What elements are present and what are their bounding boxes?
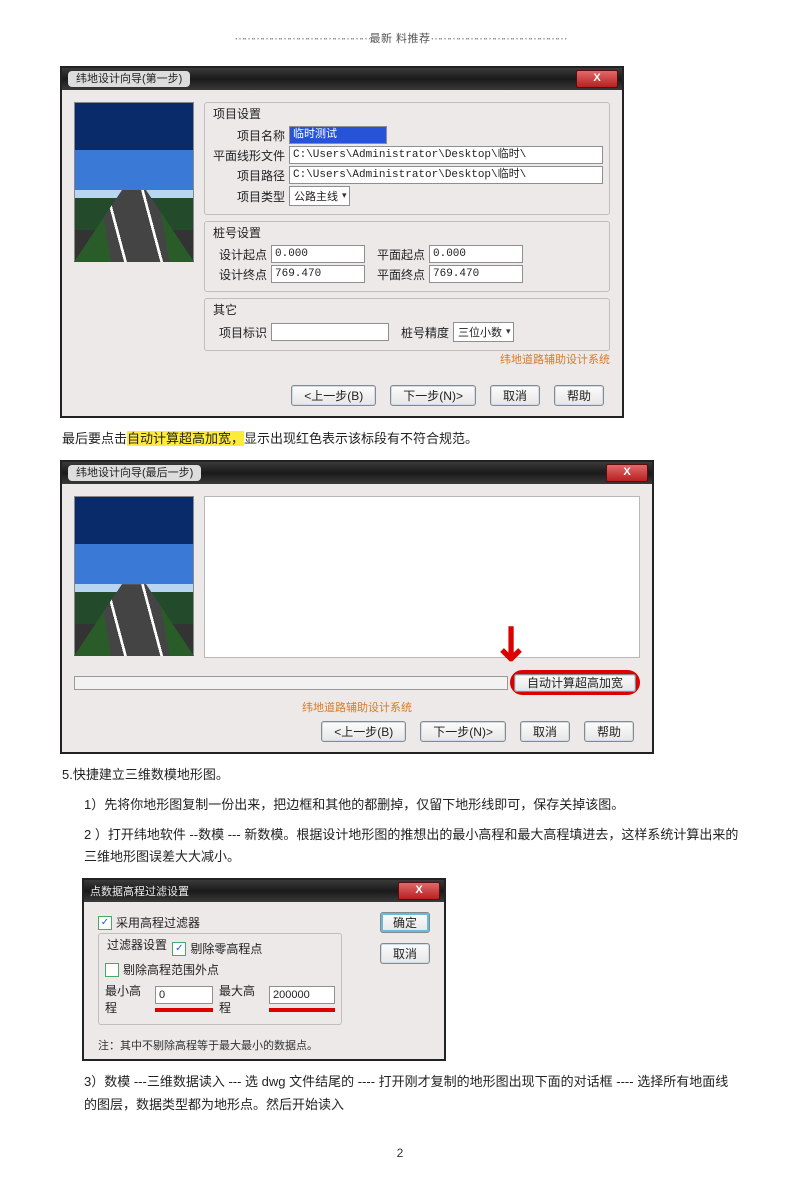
select-proj-type[interactable]: 公路主线 xyxy=(289,186,350,206)
group-filter: 过滤器设置 xyxy=(105,936,169,953)
label-design-start: 设计起点 xyxy=(211,246,267,263)
input-proj-mark[interactable] xyxy=(271,323,389,341)
prev-button[interactable]: <上一步(B) xyxy=(321,721,406,742)
prev-button[interactable]: <上一步(B) xyxy=(291,385,376,406)
label-plane-file: 平面线形文件 xyxy=(211,147,285,164)
group-stake: 桩号设置 xyxy=(211,224,263,241)
section5-title: 5.快捷建立三维数模地形图。 xyxy=(62,764,740,786)
wizard-image xyxy=(74,102,194,262)
close-icon[interactable]: X xyxy=(576,70,618,88)
close-icon[interactable]: X xyxy=(398,882,440,900)
group-other: 其它 xyxy=(211,301,239,318)
help-button[interactable]: 帮助 xyxy=(554,385,604,406)
filter-note: 注：其中不剔除高程等于最大最小的数据点。 xyxy=(98,1037,430,1053)
progress-bar xyxy=(74,676,508,690)
select-stake-prec[interactable]: 三位小数 xyxy=(453,322,514,342)
label-use-filter: 采用高程过滤器 xyxy=(116,914,200,931)
highlight-auto-calc: 自动计算超高加宽， xyxy=(127,431,244,446)
cancel-button[interactable]: 取消 xyxy=(520,721,570,742)
checkbox-del-zero[interactable]: ✓ xyxy=(172,942,186,956)
elevation-filter-dialog: 点数据高程过滤设置 X 确定 取消 ✓ 采用高程过滤器 过滤器设置 ✓ 剔除零高… xyxy=(82,878,446,1061)
section5-step3: 3）数模 ---三维数据读入 --- 选 dwg 文件结尾的 ---- 打开刚才… xyxy=(62,1071,740,1115)
input-max-elev[interactable]: 200000 xyxy=(269,986,335,1004)
label-del-zero: 剔除零高程点 xyxy=(190,940,262,957)
label-proj-path: 项目路径 xyxy=(211,167,285,184)
label-proj-name: 项目名称 xyxy=(211,127,285,144)
label-proj-mark: 项目标识 xyxy=(211,324,267,341)
label-proj-type: 项目类型 xyxy=(211,188,285,205)
brand-text: 纬地道路辅助设计系统 xyxy=(62,697,652,715)
cancel-button[interactable]: 取消 xyxy=(380,943,430,964)
label-stake-prec: 桩号精度 xyxy=(393,324,449,341)
section5-step2: 2 ）打开纬地软件 --数模 --- 新数模。根据设计地形图的推想出的最小高程和… xyxy=(62,824,740,868)
next-button[interactable]: 下一步(N)> xyxy=(390,385,476,406)
section5-step1: 1）先将你地形图复制一份出来，把边框和其他的都删掉，仅留下地形线即可，保存关掉该… xyxy=(62,794,740,816)
input-proj-path[interactable]: C:\Users\Administrator\Desktop\临时\ xyxy=(289,166,603,184)
label-min-elev: 最小高程 xyxy=(105,982,149,1016)
paragraph-after-dialog1: 最后要点击自动计算超高加宽，显示出现红色表示该标段有不符合规范。 xyxy=(62,428,740,450)
label-del-out: 剔除高程范围外点 xyxy=(123,961,219,978)
wizard-image xyxy=(74,496,194,656)
ok-button[interactable]: 确定 xyxy=(380,912,430,933)
input-plane-end[interactable]: 769.470 xyxy=(429,265,523,283)
page-number: 2 xyxy=(60,1146,740,1160)
label-max-elev: 最大高程 xyxy=(219,982,263,1016)
input-design-start[interactable]: 0.000 xyxy=(271,245,365,263)
brand-text: 纬地道路辅助设计系统 xyxy=(204,351,610,367)
checkbox-use-filter[interactable]: ✓ xyxy=(98,916,112,930)
input-design-end[interactable]: 769.470 xyxy=(271,265,365,283)
wizard-laststep-window: 纬地设计向导(最后一步) X ↘ 自动计算超高加宽 纬地道路辅助设计系统 <上一… xyxy=(60,460,654,754)
label-plane-end: 平面终点 xyxy=(369,266,425,283)
window-title: 纬地设计向导(第一步) xyxy=(68,71,190,87)
result-panel xyxy=(204,496,640,658)
input-min-elev[interactable]: 0 xyxy=(155,986,213,1004)
close-icon[interactable]: X xyxy=(606,464,648,482)
wizard-step1-window: 纬地设计向导(第一步) X 项目设置 项目名称 临时测试 平面线形文件 C:\U… xyxy=(60,66,624,418)
input-plane-file[interactable]: C:\Users\Administrator\Desktop\临时\ xyxy=(289,146,603,164)
label-plane-start: 平面起点 xyxy=(369,246,425,263)
input-plane-start[interactable]: 0.000 xyxy=(429,245,523,263)
window-title: 点数据高程过滤设置 xyxy=(90,883,189,899)
input-proj-name[interactable]: 临时测试 xyxy=(289,126,387,144)
group-project: 项目设置 xyxy=(211,105,263,122)
next-button[interactable]: 下一步(N)> xyxy=(420,721,506,742)
label-design-end: 设计终点 xyxy=(211,266,267,283)
header-label: 最新 料推荐 xyxy=(369,33,430,45)
cancel-button[interactable]: 取消 xyxy=(490,385,540,406)
checkbox-del-out[interactable]: ✓ xyxy=(105,963,119,977)
auto-calc-button[interactable]: 自动计算超高加宽 xyxy=(514,674,636,692)
help-button[interactable]: 帮助 xyxy=(584,721,634,742)
window-title: 纬地设计向导(最后一步) xyxy=(68,465,201,481)
